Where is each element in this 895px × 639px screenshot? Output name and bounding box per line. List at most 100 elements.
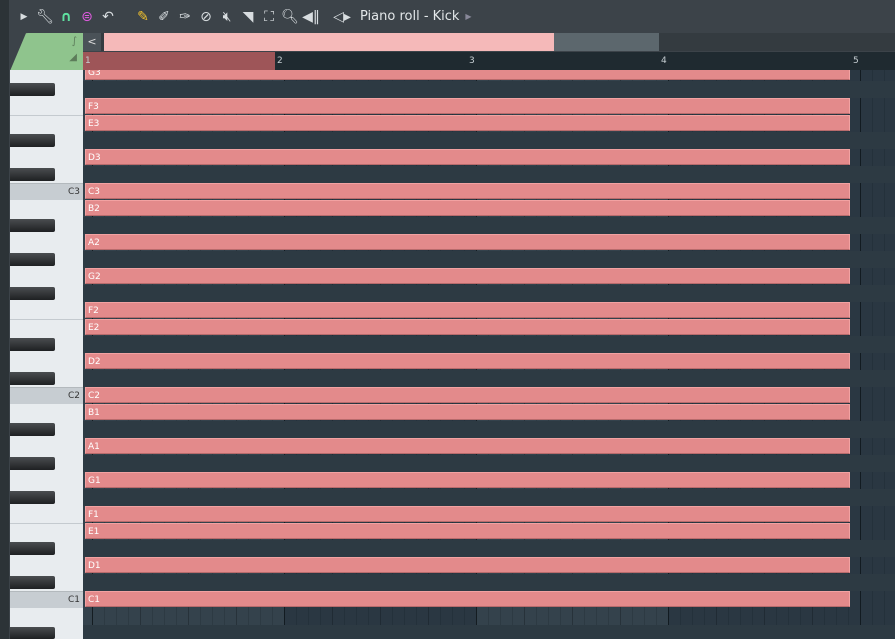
loop-selection[interactable] [83,52,275,70]
paint-plus-icon[interactable]: ✑ [176,9,194,25]
note[interactable]: C3 [85,183,850,199]
scroll-thumb[interactable] [554,33,659,51]
zoom-icon[interactable]: 🔍︎ [281,9,299,25]
pitch-row[interactable]: G1 [83,472,895,489]
pitch-row[interactable]: D2 [83,353,895,370]
note[interactable]: E2 [85,319,850,335]
pitch-row[interactable] [83,81,895,98]
note[interactable]: C1 [85,591,850,607]
magnet-icon[interactable]: ∩ [57,9,75,25]
pitch-row[interactable] [83,421,895,438]
piano-keyboard[interactable]: C1 C2 C3 [10,70,83,639]
mute-icon[interactable]: 🔇︎ [218,9,236,25]
pitch-row[interactable] [83,489,895,506]
note[interactable]: A2 [85,234,850,250]
undo-icon[interactable]: ↶ [99,9,117,25]
black-key[interactable] [10,457,55,470]
note[interactable]: G2 [85,268,850,284]
key-label: C3 [67,187,80,197]
note[interactable]: G1 [85,472,850,488]
note[interactable]: E3 [85,115,850,131]
note[interactable]: B2 [85,200,850,216]
c-key[interactable]: C2 [10,387,83,404]
pitch-row[interactable] [83,608,895,625]
black-key[interactable] [10,253,55,266]
black-key[interactable] [10,338,55,351]
pitch-row[interactable]: D3 [83,149,895,166]
pitch-row[interactable]: G3 [83,70,895,81]
control-corner[interactable]: ∫ ◢ [10,33,83,71]
black-key[interactable] [10,627,55,639]
black-key[interactable] [10,134,55,147]
pitch-row[interactable]: B2 [83,200,895,217]
scroll-overview[interactable] [104,33,554,51]
note[interactable]: G3 [85,70,850,80]
horizontal-scrollbar[interactable]: < [83,33,895,51]
triangle-icon[interactable]: ◢ [69,52,77,63]
note[interactable]: F2 [85,302,850,318]
playback-icon[interactable]: ◀‖ [302,9,320,25]
c-key[interactable]: C3 [10,183,83,200]
pitch-row[interactable]: E1 [83,523,895,540]
pitch-row[interactable]: E3 [83,115,895,132]
note[interactable]: D3 [85,149,850,165]
pitch-row[interactable]: A1 [83,438,895,455]
pitch-row[interactable] [83,166,895,183]
black-key[interactable] [10,491,55,504]
menu-arrow-icon[interactable]: ▶ [15,12,33,22]
pitch-row[interactable]: F2 [83,302,895,319]
pitch-row[interactable] [83,285,895,302]
pitch-row[interactable]: C1 [83,591,895,608]
pitch-row[interactable]: G2 [83,268,895,285]
black-key[interactable] [10,542,55,555]
note[interactable]: D1 [85,557,850,573]
pitch-row[interactable]: C2 [83,387,895,404]
timeline-ruler[interactable]: 1 2 3 4 5 [83,52,895,70]
delete-icon[interactable]: ⊘ [197,9,215,25]
pitch-row[interactable]: E2 [83,319,895,336]
pitch-row[interactable] [83,251,895,268]
black-key[interactable] [10,372,55,385]
curve-icon[interactable]: ∫ [72,36,77,47]
slice-icon[interactable]: ◥ [239,9,257,25]
pitch-row[interactable] [83,132,895,149]
note[interactable]: C2 [85,387,850,403]
black-key[interactable] [10,219,55,232]
title-arrow-icon[interactable]: ▶ [459,12,477,21]
pitch-row[interactable]: A2 [83,234,895,251]
pitch-row[interactable]: D1 [83,557,895,574]
note[interactable]: A1 [85,438,850,454]
note[interactable]: F3 [85,98,850,114]
bar-number: 5 [853,56,859,66]
note[interactable]: D2 [85,353,850,369]
pitch-row[interactable] [83,455,895,472]
paint-icon[interactable]: ✐ [155,9,173,25]
pitch-row[interactable] [83,540,895,557]
pitch-row[interactable]: F3 [83,98,895,115]
pitch-row[interactable] [83,336,895,353]
pitch-row[interactable]: B1 [83,404,895,421]
black-key[interactable] [10,287,55,300]
snap-menu-icon[interactable]: ⊜ [78,9,96,25]
pitch-row[interactable] [83,217,895,234]
pitch-row[interactable]: C3 [83,183,895,200]
note[interactable]: F1 [85,506,850,522]
scroll-left-button[interactable]: < [83,33,101,51]
speaker-arrows-icon[interactable]: ◁▸ [333,9,351,25]
pencil-icon[interactable]: ✎ [134,9,152,25]
note[interactable]: E1 [85,523,850,539]
black-key[interactable] [10,83,55,96]
select-icon[interactable]: ⛶ [260,9,278,25]
c-key[interactable]: C1 [10,591,83,608]
pitch-row[interactable] [83,370,895,387]
note-grid[interactable]: G3 F3 E3 D3 C3 B2 A2 G2 F2 E2 D2 C2 B1 A1 G1 F1 E1 D1 C1 [83,70,895,639]
note[interactable]: B1 [85,404,850,420]
black-key[interactable] [10,168,55,181]
black-key[interactable] [10,576,55,589]
wrench-icon[interactable]: 🔧︎ [36,9,54,25]
window-title[interactable]: Piano roll - Kick [360,9,459,24]
black-key[interactable] [10,423,55,436]
pitch-row[interactable] [83,625,895,639]
pitch-row[interactable]: F1 [83,506,895,523]
pitch-row[interactable] [83,574,895,591]
